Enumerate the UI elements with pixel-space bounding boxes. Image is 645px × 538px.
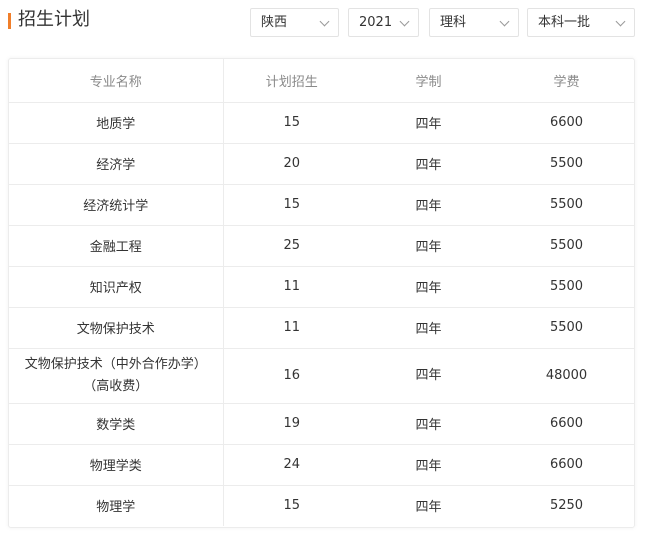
table-row: 地质学 15 四年 6600 bbox=[9, 102, 634, 144]
major-cell: 金融工程 bbox=[9, 225, 224, 267]
plan-cell: 15 bbox=[223, 184, 360, 226]
table-row: 知识产权 11 四年 5500 bbox=[9, 266, 634, 308]
duration-cell: 四年 bbox=[360, 143, 497, 185]
table-row: 物理学类 24 四年 6600 bbox=[9, 444, 634, 486]
chevron-down-icon bbox=[399, 16, 410, 27]
batch-select-value: 本科一批 bbox=[538, 15, 591, 30]
duration-cell: 四年 bbox=[360, 348, 497, 404]
table-header-row: 专业名称 计划招生 学制 学费 bbox=[9, 59, 634, 103]
plan-cell: 20 bbox=[223, 143, 360, 185]
chevron-down-icon bbox=[615, 16, 626, 27]
plan-cell: 19 bbox=[223, 403, 360, 445]
duration-cell: 四年 bbox=[415, 500, 442, 516]
tuition-cell: 48000 bbox=[497, 348, 634, 404]
tuition-cell: 5500 bbox=[497, 225, 634, 267]
major-cell: 物理学 bbox=[9, 485, 224, 526]
major-cell: 物理学类 bbox=[9, 444, 224, 486]
major-cell: 经济统计学 bbox=[9, 184, 224, 226]
tuition-cell: 5500 bbox=[497, 184, 634, 226]
table-row: 经济统计学 15 四年 5500 bbox=[9, 184, 634, 226]
column-header-tuition: 学费 bbox=[497, 59, 634, 103]
duration-cell: 四年 bbox=[360, 225, 497, 267]
batch-select[interactable]: 本科一批 bbox=[527, 8, 635, 37]
tuition-cell: 5500 bbox=[497, 266, 634, 308]
page-header: 招生计划 陕西 2021 理科 本科一批 bbox=[0, 0, 645, 44]
column-header-plan: 计划招生 bbox=[223, 59, 360, 103]
major-cell: 经济学 bbox=[9, 143, 224, 185]
province-select-value: 陕西 bbox=[261, 15, 288, 30]
table-row: 金融工程 25 四年 5500 bbox=[9, 225, 634, 267]
table-row: 文物保护技术（中外合作办学）（高收费） 16 四年 48000 bbox=[9, 348, 634, 404]
major-cell: 数学类 bbox=[9, 403, 224, 445]
plan-cell: 24 bbox=[223, 444, 360, 486]
subject-select[interactable]: 理科 bbox=[429, 8, 519, 37]
tuition-cell: 6600 bbox=[497, 102, 634, 144]
tuition-cell: 5500 bbox=[497, 143, 634, 185]
duration-cell: 四年 bbox=[360, 307, 497, 349]
table-row: 文物保护技术 11 四年 5500 bbox=[9, 307, 634, 349]
duration-cell: 四年 bbox=[360, 102, 497, 144]
tuition-cell: 5500 bbox=[497, 307, 634, 349]
chevron-down-icon bbox=[499, 16, 510, 27]
subject-select-value: 理科 bbox=[440, 15, 467, 30]
province-select[interactable]: 陕西 bbox=[250, 8, 339, 37]
table-row: 数学类 19 四年 6600 bbox=[9, 403, 634, 445]
duration-cell: 四年 bbox=[360, 444, 497, 486]
plan-cell: 15 bbox=[283, 498, 301, 514]
major-cell: 知识产权 bbox=[9, 266, 224, 308]
plan-cell: 11 bbox=[223, 266, 360, 308]
tuition-cell: 6600 bbox=[497, 403, 634, 445]
column-header-duration: 学制 bbox=[360, 59, 497, 103]
plan-cell: 16 bbox=[223, 348, 360, 404]
plan-cell: 15 bbox=[223, 102, 360, 144]
major-cell: 地质学 bbox=[9, 102, 224, 144]
duration-cell: 四年 bbox=[360, 266, 497, 308]
plan-cell: 11 bbox=[223, 307, 360, 349]
chevron-down-icon bbox=[319, 16, 330, 27]
major-cell: 文物保护技术 bbox=[9, 307, 224, 349]
enrollment-plan-table: 专业名称 计划招生 学制 学费 地质学 15 四年 6600 经济学 20 四年… bbox=[8, 58, 635, 528]
tuition-cell: 5250 bbox=[549, 498, 584, 514]
duration-cell: 四年 bbox=[360, 403, 497, 445]
table-row: 经济学 20 四年 5500 bbox=[9, 143, 634, 185]
plan-cell: 25 bbox=[223, 225, 360, 267]
year-select-value: 2021 bbox=[359, 15, 393, 30]
duration-cell: 四年 bbox=[360, 184, 497, 226]
column-header-major: 专业名称 bbox=[9, 59, 224, 103]
major-cell: 文物保护技术（中外合作办学）（高收费） bbox=[9, 348, 224, 404]
title-accent-bar bbox=[8, 13, 11, 29]
table-row: 物理学 15 四年 5250 bbox=[9, 485, 634, 526]
year-select[interactable]: 2021 bbox=[348, 8, 419, 37]
tuition-cell: 6600 bbox=[497, 444, 634, 486]
page-title: 招生计划 bbox=[18, 9, 90, 30]
